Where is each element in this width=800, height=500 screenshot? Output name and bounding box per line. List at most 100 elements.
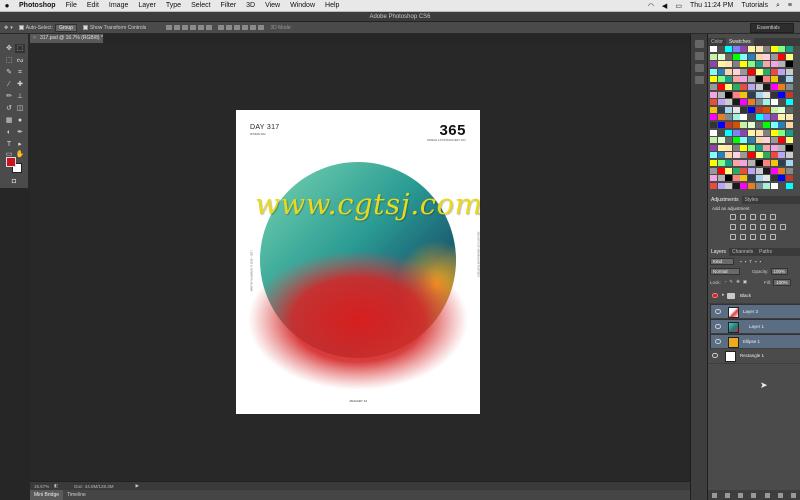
- tab-adjustments[interactable]: Adjustments: [708, 196, 742, 204]
- color-swatch[interactable]: [732, 91, 740, 98]
- healing-brush-icon[interactable]: ✚: [15, 80, 25, 89]
- color-swatch[interactable]: [717, 137, 725, 144]
- color-swatch[interactable]: [710, 122, 717, 128]
- color-swatch[interactable]: [770, 122, 778, 128]
- color-swatch[interactable]: [740, 68, 748, 75]
- color-swatch[interactable]: [732, 167, 740, 174]
- adjustment-icon[interactable]: [740, 234, 746, 240]
- color-swatch[interactable]: [740, 114, 748, 121]
- align-left-icon[interactable]: [190, 25, 197, 30]
- show-transform-option[interactable]: Show Transform Controls: [82, 25, 146, 31]
- color-swatch[interactable]: [786, 76, 793, 83]
- color-swatch[interactable]: [740, 61, 748, 68]
- color-swatch[interactable]: [748, 91, 755, 98]
- auto-select-dropdown[interactable]: Group: [54, 23, 77, 32]
- crop-tool-icon[interactable]: ⌗: [15, 68, 25, 77]
- list-icon[interactable]: ≡: [784, 2, 796, 9]
- color-swatch[interactable]: [725, 129, 733, 136]
- color-swatch[interactable]: [740, 137, 748, 144]
- color-swatch[interactable]: [740, 106, 748, 113]
- color-swatch[interactable]: [786, 114, 793, 121]
- color-swatch[interactable]: [732, 182, 740, 189]
- color-swatch[interactable]: [710, 137, 717, 144]
- status-menu-arrow-icon[interactable]: ▶: [136, 483, 139, 489]
- layer-kind-filter[interactable]: Kind: [710, 257, 734, 265]
- color-swatch[interactable]: [755, 99, 763, 106]
- color-swatch[interactable]: [755, 84, 763, 90]
- color-swatch[interactable]: [748, 175, 755, 182]
- color-swatch[interactable]: [770, 99, 778, 106]
- color-swatch[interactable]: [740, 76, 748, 83]
- color-swatch[interactable]: [778, 46, 786, 52]
- color-swatch[interactable]: [770, 91, 778, 98]
- menu-select[interactable]: Select: [186, 2, 215, 9]
- menu-filter[interactable]: Filter: [216, 2, 242, 9]
- color-swatch[interactable]: [725, 175, 733, 182]
- color-swatch[interactable]: [717, 84, 725, 90]
- color-swatch[interactable]: [786, 46, 793, 52]
- color-swatch[interactable]: [732, 129, 740, 136]
- color-swatch[interactable]: [770, 129, 778, 136]
- visibility-eye-icon[interactable]: [712, 293, 718, 298]
- color-swatch[interactable]: [763, 182, 771, 189]
- layer-row-rectangle-1[interactable]: Rectangle 1: [708, 349, 800, 364]
- color-swatch[interactable]: [740, 175, 748, 182]
- color-swatch[interactable]: [725, 99, 733, 106]
- distribute-hcenter-icon[interactable]: [250, 25, 257, 30]
- menubar-clock[interactable]: Thu 11:24 PM: [686, 2, 737, 9]
- align-right-icon[interactable]: [206, 25, 213, 30]
- auto-select-checkbox[interactable]: [18, 25, 24, 30]
- color-swatch[interactable]: [755, 114, 763, 121]
- adjustment-icon[interactable]: [750, 234, 756, 240]
- tab-layers[interactable]: Layers: [708, 248, 730, 256]
- color-swatch[interactable]: [717, 144, 725, 151]
- color-swatch[interactable]: [717, 122, 725, 128]
- color-swatch[interactable]: [786, 106, 793, 113]
- color-swatch[interactable]: [755, 160, 763, 166]
- color-swatch[interactable]: [725, 84, 733, 90]
- color-swatch[interactable]: [725, 137, 733, 144]
- color-swatch[interactable]: [748, 53, 755, 60]
- color-swatch[interactable]: [717, 91, 725, 98]
- color-swatch[interactable]: [725, 122, 733, 128]
- color-swatch[interactable]: [770, 68, 778, 75]
- quick-mask-icon[interactable]: ◘: [9, 177, 19, 186]
- color-swatch[interactable]: [770, 175, 778, 182]
- layer-row-black[interactable]: ▸ Black: [708, 289, 800, 304]
- menubar-user[interactable]: Tutorials: [737, 2, 772, 9]
- color-swatch[interactable]: [770, 76, 778, 83]
- align-top-icon[interactable]: [166, 25, 173, 30]
- color-swatch[interactable]: [725, 144, 733, 151]
- color-swatch[interactable]: [725, 167, 733, 174]
- adjustment-icon[interactable]: [750, 214, 756, 220]
- distribute-right-icon[interactable]: [258, 25, 265, 30]
- color-swatch[interactable]: [740, 46, 748, 52]
- color-swatch[interactable]: [763, 129, 771, 136]
- color-swatch[interactable]: [710, 91, 717, 98]
- color-swatch[interactable]: [732, 99, 740, 106]
- color-swatch[interactable]: [770, 61, 778, 68]
- mask-icon[interactable]: [738, 492, 744, 498]
- color-swatch[interactable]: [755, 137, 763, 144]
- color-swatch[interactable]: [710, 152, 717, 159]
- distribute-top-icon[interactable]: [218, 25, 225, 30]
- color-swatch[interactable]: [755, 152, 763, 159]
- color-swatch[interactable]: [770, 53, 778, 60]
- adjustment-icon[interactable]: [750, 224, 756, 230]
- fill-field[interactable]: 100%: [773, 278, 791, 286]
- color-swatch[interactable]: [755, 167, 763, 174]
- visibility-eye-icon[interactable]: [712, 353, 718, 358]
- color-swatch[interactable]: [748, 129, 755, 136]
- color-swatch[interactable]: [717, 68, 725, 75]
- color-swatch[interactable]: [710, 182, 717, 189]
- menu-file[interactable]: File: [61, 2, 82, 9]
- tab-timeline[interactable]: Timeline: [63, 492, 90, 498]
- color-swatch[interactable]: [732, 175, 740, 182]
- clone-stamp-icon[interactable]: ⊥: [15, 92, 25, 101]
- color-swatch[interactable]: [763, 84, 771, 90]
- color-swatch[interactable]: [717, 114, 725, 121]
- color-swatch[interactable]: [717, 160, 725, 166]
- align-bottom-icon[interactable]: [182, 25, 189, 30]
- color-swatch[interactable]: [786, 99, 793, 106]
- quick-select-icon[interactable]: ✎: [4, 68, 14, 77]
